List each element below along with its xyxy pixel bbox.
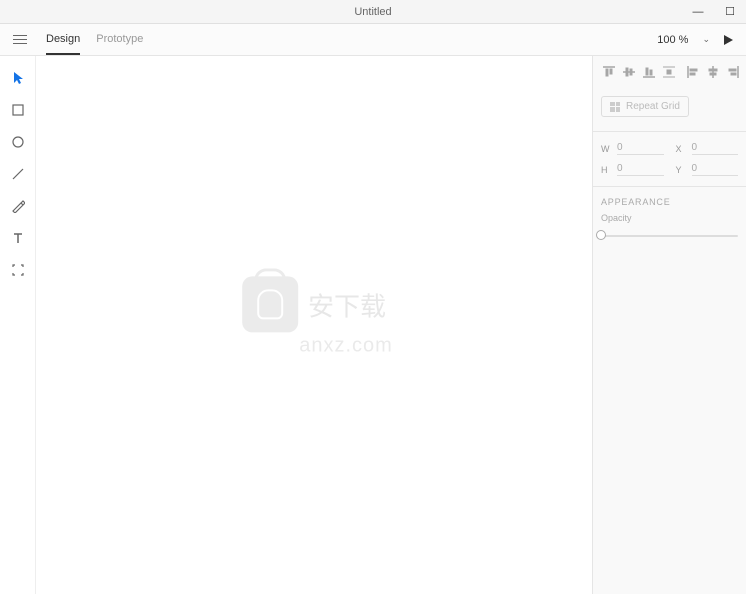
grid-icon	[610, 102, 620, 112]
divider	[593, 186, 746, 187]
hamburger-menu-icon[interactable]	[8, 35, 32, 44]
topbar-right: 100 % ⌄	[651, 30, 738, 50]
tab-design[interactable]: Design	[46, 25, 80, 55]
zoom-level[interactable]: 100 %	[651, 30, 694, 50]
watermark-text: 安下载	[308, 286, 386, 323]
mode-tabs: Design Prototype	[46, 25, 143, 55]
watermark-url: anxz.com	[299, 334, 393, 357]
line-tool[interactable]	[4, 160, 32, 188]
slider-thumb-icon[interactable]	[596, 230, 606, 240]
artboard-tool[interactable]	[4, 256, 32, 284]
align-hcenter-icon[interactable]	[705, 64, 721, 80]
align-top-icon[interactable]	[601, 64, 617, 80]
topbar: Design Prototype 100 % ⌄	[0, 24, 746, 56]
align-vcenter-icon[interactable]	[621, 64, 637, 80]
chevron-down-icon[interactable]: ⌄	[702, 34, 710, 45]
maximize-button[interactable]: ☐	[714, 0, 746, 24]
preview-button[interactable]	[718, 30, 738, 50]
repeat-grid-button[interactable]: Repeat Grid	[601, 96, 689, 117]
window-title: Untitled	[354, 6, 391, 18]
titlebar: Untitled — ☐	[0, 0, 746, 24]
width-field[interactable]: w 0	[601, 142, 664, 155]
align-right-icon[interactable]	[725, 64, 741, 80]
text-tool[interactable]	[4, 224, 32, 252]
minimize-button[interactable]: —	[682, 0, 714, 24]
ellipse-tool[interactable]	[4, 128, 32, 156]
align-bottom-icon[interactable]	[641, 64, 657, 80]
divider	[593, 131, 746, 132]
height-field[interactable]: H 0	[601, 163, 664, 176]
dimensions: w 0 X 0 H 0 Y 0	[601, 138, 738, 180]
properties-panel: Repeat Grid w 0 X 0 H 0 Y 0 APPEARANCE O…	[592, 56, 746, 594]
align-left-icon[interactable]	[685, 64, 701, 80]
rectangle-tool[interactable]	[4, 96, 32, 124]
select-tool[interactable]	[4, 64, 32, 92]
watermark: 安下载 anxz.com	[235, 276, 393, 357]
canvas[interactable]: 安下载 anxz.com	[36, 56, 592, 594]
pen-tool[interactable]	[4, 192, 32, 220]
tool-palette	[0, 56, 36, 594]
window-controls: — ☐	[682, 0, 746, 24]
repeat-grid-label: Repeat Grid	[626, 101, 680, 112]
x-field[interactable]: X 0	[676, 142, 739, 155]
watermark-bag-icon	[242, 276, 298, 332]
distribute-v-icon[interactable]	[661, 64, 677, 80]
appearance-header: APPEARANCE	[601, 197, 738, 207]
opacity-slider[interactable]	[601, 227, 738, 243]
align-group	[601, 64, 738, 88]
main: 安下载 anxz.com Repeat Grid	[0, 56, 746, 594]
y-field[interactable]: Y 0	[676, 163, 739, 176]
tab-prototype[interactable]: Prototype	[96, 25, 143, 55]
opacity-label: Opacity	[601, 213, 738, 223]
